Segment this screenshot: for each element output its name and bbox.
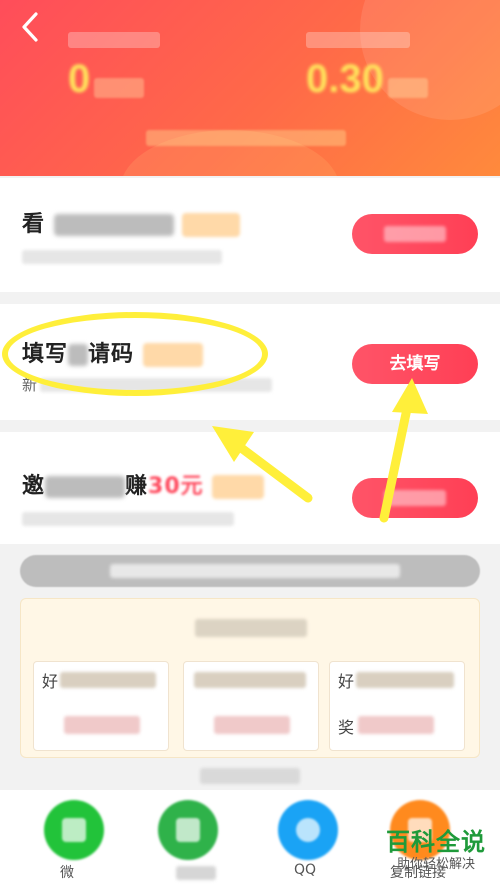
moments-share-icon[interactable] [158,800,218,860]
reward-step-label: 奖 [338,718,355,737]
qq-glyph [296,818,320,842]
task-card-watch: 看 [0,178,500,292]
task-title: 邀 赚30元 [22,468,265,500]
reward-step-mask [60,672,156,688]
cash-balance: 0.30 [306,32,428,102]
wechat-glyph [62,818,86,842]
moments-glyph [176,818,200,842]
coin-balance: 0 [68,32,160,102]
task-title-mask [45,476,126,498]
task-desc-prefix: 新 [22,376,38,394]
task-action-button[interactable] [352,214,478,254]
task-card-invite-code: 填写 请码 新 去填写 [0,304,500,420]
reward-step-mask [194,672,306,688]
coin-balance-label [68,32,160,48]
reward-column: 好 奖 [329,661,465,751]
task-title-text: 填写 [22,342,69,367]
reward-tag [182,213,241,237]
button-label-mask [384,490,446,506]
task-title-text: 邀 [22,474,46,499]
task-title-text: 赚 [125,474,149,499]
qq-share-icon[interactable] [278,800,338,860]
task-reward-amount: 30元 [148,474,204,499]
task-title-mask [68,344,89,366]
cash-unit [387,77,428,98]
reward-tag [142,343,203,367]
reward-tag [212,475,265,499]
reward-amount-mask [358,716,434,734]
reward-amount-mask [64,716,140,734]
task-title-text: 看 [22,212,46,237]
panel-title [195,619,307,637]
watermark-title: 百科全说 [386,828,486,856]
invite-progress-bar [20,555,480,587]
task-desc [22,512,234,526]
share-caption: QQ [294,862,317,878]
task-title-text: 请码 [88,342,135,367]
task-title: 填写 请码 [22,336,203,368]
task-desc [22,250,222,264]
button-label-mask [384,226,446,242]
task-action-button[interactable] [352,478,478,518]
reward-amount-mask [214,716,290,734]
task-card-invite-friends: 邀 赚30元 [0,432,500,544]
reward-panel: 好 好 奖 [20,598,480,758]
watermark-subtitle: 助你轻松解决 [396,857,475,872]
task-desc [40,378,272,392]
fill-invite-code-button[interactable]: 去填写 [352,344,478,384]
header-banner: 0 0.30 [0,0,500,176]
share-section-label [200,768,300,784]
wechat-share-icon[interactable] [44,800,104,860]
share-caption: 微 [60,865,74,881]
task-title: 看 [22,206,241,238]
reward-step-label: 好 [338,672,355,691]
exchange-note [146,130,346,146]
watermark-logo: 百科全说 助你轻松解决 [386,828,486,874]
coin-balance-value: 0 [68,57,91,101]
reward-column: 好 [33,661,169,751]
back-arrow-icon[interactable] [16,10,46,44]
coin-unit [94,77,145,98]
task-title-mask [53,214,174,236]
reward-column [183,661,319,751]
share-caption-mask [176,866,216,880]
cash-balance-value: 0.30 [306,57,384,101]
cash-balance-label [306,32,410,48]
progress-text-mask [110,564,400,578]
reward-step-mask [356,672,454,688]
reward-step-label: 好 [42,672,59,691]
